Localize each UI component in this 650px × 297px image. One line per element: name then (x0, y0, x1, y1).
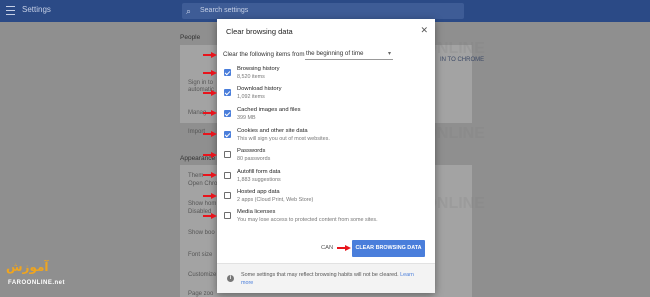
option-download-history[interactable]: Download history 1,092 items (223, 86, 423, 106)
option-sub: 399 MB (237, 115, 256, 121)
option-sub: 1,092 items (237, 94, 265, 100)
checkbox[interactable] (224, 192, 231, 199)
option-sub: 2 apps (Cloud Print, Web Store) (237, 197, 314, 203)
option-title: Media licenses (237, 209, 276, 215)
option-media-licenses[interactable]: Media licenses You may lose access to pr… (223, 209, 423, 229)
people-heading: People (180, 34, 201, 41)
option-browsing-history[interactable]: Browsing history 8,520 items (223, 66, 423, 86)
themes-label[interactable]: Them (188, 173, 203, 179)
option-sub: You may lose access to protected content… (237, 217, 378, 223)
option-sub: 1,883 suggestions (237, 177, 281, 183)
time-range-label: Clear the following items from (223, 51, 305, 58)
page-zoom-label[interactable]: Page zoo (188, 291, 213, 297)
checkbox[interactable] (224, 212, 231, 219)
option-hosted-app-data[interactable]: Hosted app data 2 apps (Cloud Print, Web… (223, 189, 423, 209)
annotation-arrow-icon (203, 131, 217, 137)
checkbox[interactable] (224, 172, 231, 179)
option-title: Passwords (237, 148, 266, 154)
clear-browsing-data-button[interactable]: CLEAR BROWSING DATA (352, 240, 425, 257)
site-logo: آموزش FAROONLINE.net (6, 258, 76, 290)
customize-label[interactable]: Customize (188, 272, 216, 278)
option-title: Hosted app data (237, 189, 280, 195)
annotation-arrow-icon (203, 110, 217, 116)
clear-browsing-data-dialog: Clear browsing data ✕ Clear the followin… (217, 19, 435, 293)
checkbox[interactable] (224, 69, 231, 76)
chevron-down-icon: ▾ (387, 51, 391, 57)
option-cached-images[interactable]: Cached images and files 399 MB (223, 107, 423, 127)
option-title: Download history (237, 86, 282, 92)
annotation-arrow-icon (203, 172, 217, 178)
checkbox[interactable] (224, 151, 231, 158)
info-icon: i (227, 275, 234, 282)
option-sub: 80 passwords (237, 156, 271, 162)
logo-text: آموزش (6, 260, 49, 274)
font-size-label[interactable]: Font size (188, 252, 212, 258)
hamburger-menu-icon[interactable] (6, 6, 15, 15)
annotation-arrow-icon (203, 213, 217, 219)
show-bookmarks-label[interactable]: Show boo (188, 230, 215, 236)
annotation-arrow-icon (203, 152, 217, 158)
option-title: Autofill form data (237, 169, 281, 175)
dialog-footer: i Some settings that may reflect browsin… (217, 263, 435, 293)
show-home-label[interactable]: Show hom (188, 201, 216, 207)
annotation-arrow-icon (337, 245, 351, 251)
option-title: Browsing history (237, 66, 280, 72)
option-sub: This will sign you out of most websites. (237, 136, 330, 142)
page-title: Settings (22, 5, 51, 14)
option-passwords[interactable]: Passwords 80 passwords (223, 148, 423, 168)
annotation-arrow-icon (203, 70, 217, 76)
option-title: Cookies and other site data (237, 128, 308, 134)
cancel-button[interactable]: CAN (321, 245, 333, 251)
annotation-arrow-icon (203, 193, 217, 199)
sign-in-label: Sign in to (188, 80, 214, 86)
option-title: Cached images and files (237, 107, 301, 113)
search-icon: ⌕ (186, 6, 192, 16)
footer-note: Some settings that may reflect browsing … (241, 271, 421, 287)
checkbox[interactable] (224, 110, 231, 117)
checkbox[interactable] (224, 89, 231, 96)
option-autofill[interactable]: Autofill form data 1,883 suggestions (223, 169, 423, 189)
logo-subtext: FAROONLINE.net (8, 280, 66, 286)
annotation-arrow-icon (203, 52, 217, 58)
close-icon[interactable]: ✕ (420, 25, 428, 35)
annotation-arrow-icon (203, 90, 217, 96)
option-cookies[interactable]: Cookies and other site data This will si… (223, 128, 423, 148)
option-sub: 8,520 items (237, 74, 265, 80)
time-range-value: the beginning of time (306, 50, 364, 57)
dialog-title: Clear browsing data (226, 27, 293, 36)
footer-text: Some settings that may reflect browsing … (241, 272, 399, 278)
time-range-select[interactable]: the beginning of time ▾ (305, 49, 393, 60)
search-box[interactable]: ⌕ Search settings (182, 3, 464, 19)
checkbox[interactable] (224, 131, 231, 138)
search-input[interactable]: Search settings (200, 7, 248, 14)
